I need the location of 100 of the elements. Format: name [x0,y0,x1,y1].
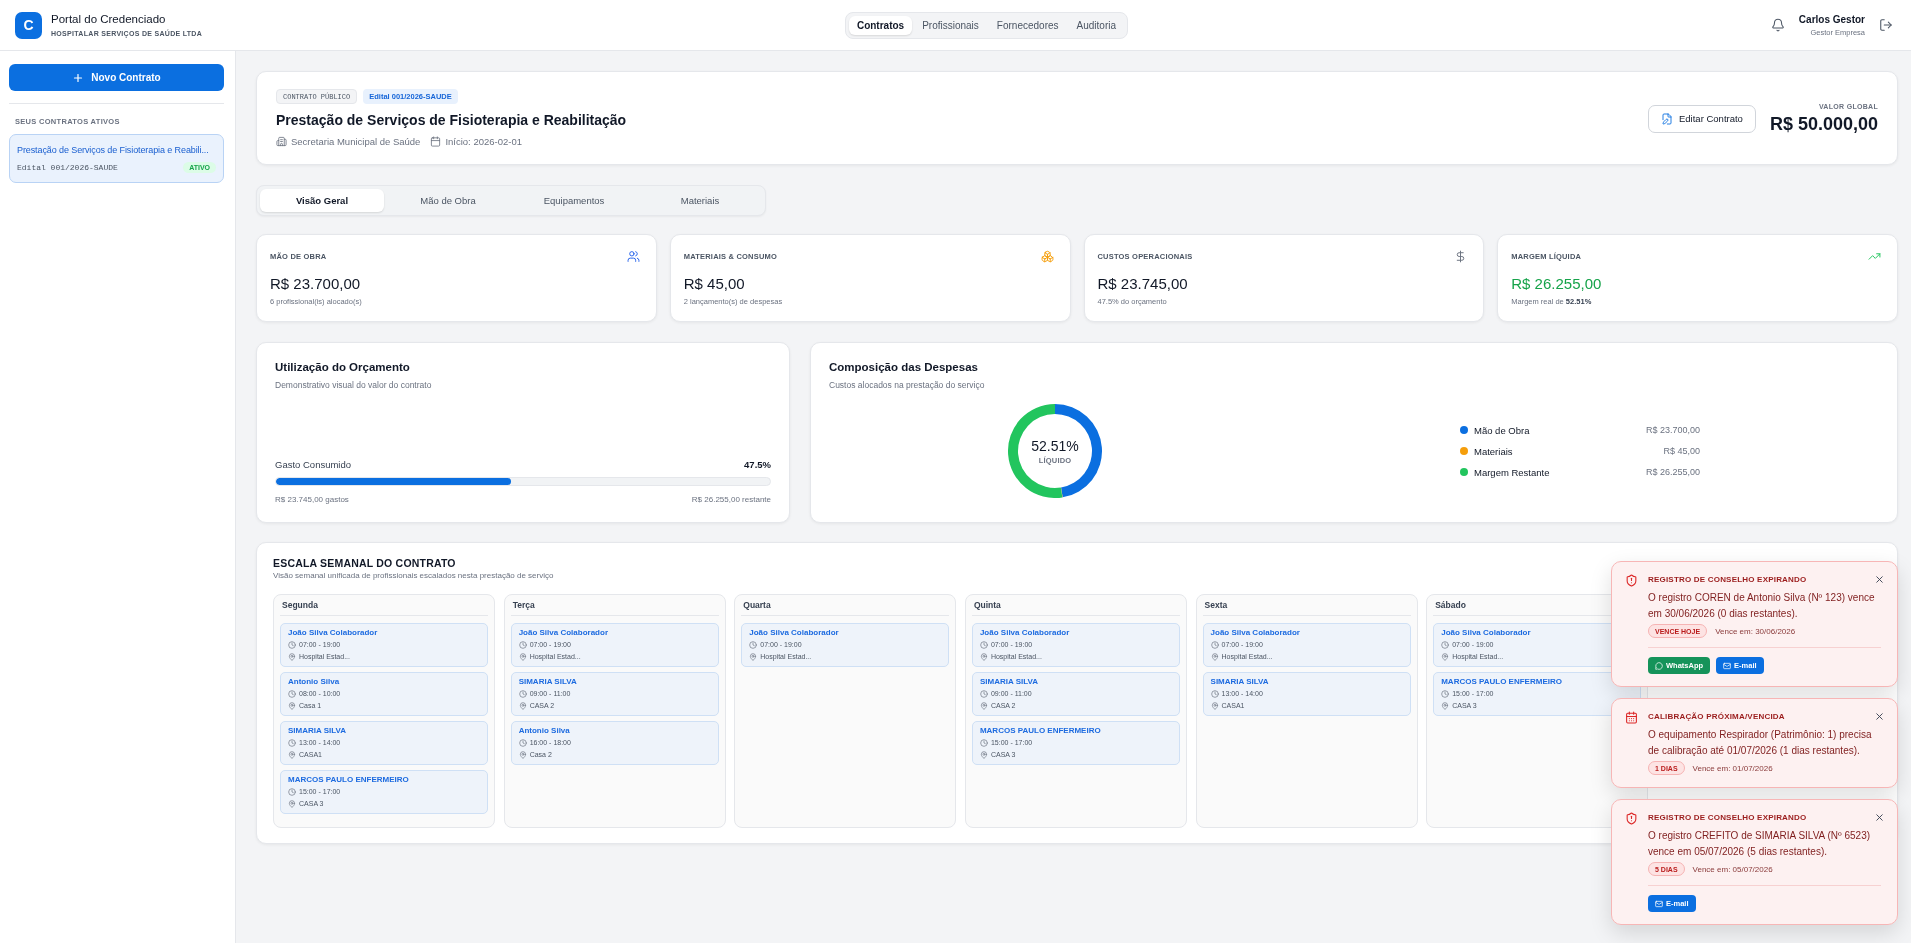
stat-value: R$ 23.745,00 [1097,274,1188,293]
nav-tab[interactable]: Contratos [848,15,913,35]
day-name: Terça [512,600,535,610]
total-value: R$ 50.000,00 [1769,113,1878,135]
alert-message: O registro CREFITO de SIMARIA SILVA (Nº 6523) vence em 05/07/2026 (5 dias restantes). [1648,829,1872,859]
contract-item-code: Edital 001/2026-SAUDE [17,163,118,172]
content-tab[interactable]: Materiais [638,189,762,212]
stat-value: R$ 26.255,00 [1511,274,1602,293]
card-title: Composição das Despesas [829,360,978,375]
day-name: Sábado [1435,600,1466,610]
alert-title: REGISTRO DE CONSELHO EXPIRANDO [1648,574,1807,586]
clock-icon [979,689,988,698]
boxes-icon [1040,249,1054,263]
alert-message: O equipamento Respirador (Patrimônio: 1) precisa de calibração até 01/07/2026 (1 dias restantes). [1648,728,1873,758]
map-pin-icon [288,750,296,759]
clock-icon [1210,689,1219,698]
legend-label: Mão de Obra [1474,424,1530,436]
progress-percent: 47.5% [744,459,771,471]
schedule-subtitle: Visão semanal unificada de profissionais escalados nesta prestação de serviço [273,571,554,581]
day-name: Quarta [743,600,771,610]
calendar-icon [430,136,442,147]
legend-label: Materiais [1474,445,1513,457]
clock-icon [979,738,988,747]
shift-name: João Silva Colaborador [749,627,839,638]
shift-name: João Silva Colaborador [1210,627,1300,638]
shift-name: SIMARIA SILVA [1210,676,1269,687]
shift-name: MARCOS PAULO ENFERMEIRO [979,725,1101,736]
bell-icon[interactable] [1770,18,1785,32]
mail-icon [1655,899,1663,908]
donut-center-value: 52.51% [1031,437,1079,454]
building-icon [276,136,287,147]
schedule-title: ESCALA SEMANAL DO CONTRATO [273,557,456,570]
clock-icon [518,738,527,747]
alert-message: O registro COREN de Antonio Silva (Nº 123) vence em 30/06/2026 (0 dias restantes). [1648,591,1876,621]
mail-icon [1723,661,1732,670]
map-pin-icon [979,750,988,759]
clock-icon [288,787,296,796]
map-pin-icon [518,652,527,661]
map-pin-icon [1210,652,1219,661]
map-pin-icon [979,652,988,661]
card-subtitle: Custos alocados na prestação do serviço [829,379,985,391]
content-tab[interactable]: Visão Geral [260,189,384,212]
clock-icon [1210,640,1219,649]
map-pin-icon [1441,701,1450,710]
nav-tab[interactable]: Fornecedores [988,15,1067,35]
shift-name: SIMARIA SILVA [979,676,1038,687]
close-icon[interactable] [1874,812,1885,823]
new-contract-button[interactable]: Novo Contrato [9,64,224,91]
clock-icon [518,689,527,698]
shift-name: Antonio Silva [288,676,340,687]
plus-icon [72,71,85,84]
shift-name: SIMARIA SILVA [288,725,347,736]
progress-label: Gasto Consumido [275,459,352,471]
map-pin-icon [288,652,296,661]
map-pin-icon [518,750,527,759]
content-tab[interactable]: Mão de Obra [386,189,510,212]
calendar-icon [1625,711,1638,724]
clock-icon [288,640,296,649]
clock-icon [979,640,988,649]
nav-tab[interactable]: Auditoria [1068,15,1125,35]
alert-title: REGISTRO DE CONSELHO EXPIRANDO [1648,812,1807,824]
edit-contract-button[interactable]: Editar Contrato [1648,104,1756,133]
day-name: Sexta [1204,600,1228,610]
shift-name: João Silva Colaborador [518,627,608,638]
nav-tab[interactable]: Profissionais [914,15,987,35]
day-name: Quinta [973,600,1001,610]
shift-name: Antonio Silva [518,725,570,736]
portal-title: Portal do Credenciado [51,12,166,26]
content-tab[interactable]: Equipamentos [512,189,636,212]
close-icon[interactable] [1874,711,1885,722]
stat-value: R$ 45,00 [683,274,745,293]
agency-name: Secretaria Municipal de Saúde [291,135,421,148]
card-subtitle: Demonstrativo visual do valor do contrato [275,379,432,391]
shift-name: MARCOS PAULO ENFERMEIRO [288,774,409,785]
chat-bubble-icon [1655,661,1663,670]
legend-label: Margem Restante [1474,466,1550,478]
logout-icon[interactable] [1879,18,1893,32]
clock-icon [288,689,296,698]
shift-name: João Silva Colaborador [979,627,1070,638]
map-pin-icon [518,701,527,710]
spent-amount: R$ 23.745,00 gastos [275,495,349,505]
remaining-amount: R$ 26.255,00 restante [691,495,771,505]
clock-icon [518,640,527,649]
alert-title: CALIBRAÇÃO PRÓXIMA/VENCIDA [1648,711,1785,723]
shift-name: João Silva Colaborador [1441,627,1531,638]
file-pen-icon [1661,112,1673,125]
map-pin-icon [749,652,758,661]
clock-icon [1441,640,1450,649]
app-logo: C [15,11,42,39]
contract-item-title: Prestação de Serviços de Fisioterapia e Reabili... [17,144,209,156]
close-icon[interactable] [1874,574,1885,585]
card-title: Utilização do Orçamento [275,360,410,375]
shield-alert-icon [1625,574,1638,587]
stat-value: R$ 23.700,00 [270,274,361,293]
due-date: Vence em: 01/07/2026 [1692,763,1773,773]
shift-name: SIMARIA SILVA [518,676,577,687]
legend-value: R$ 23.700,00 [1645,425,1700,435]
clock-icon [749,640,758,649]
due-date: Vence em: 30/06/2026 [1715,626,1796,636]
map-pin-icon [979,701,988,710]
